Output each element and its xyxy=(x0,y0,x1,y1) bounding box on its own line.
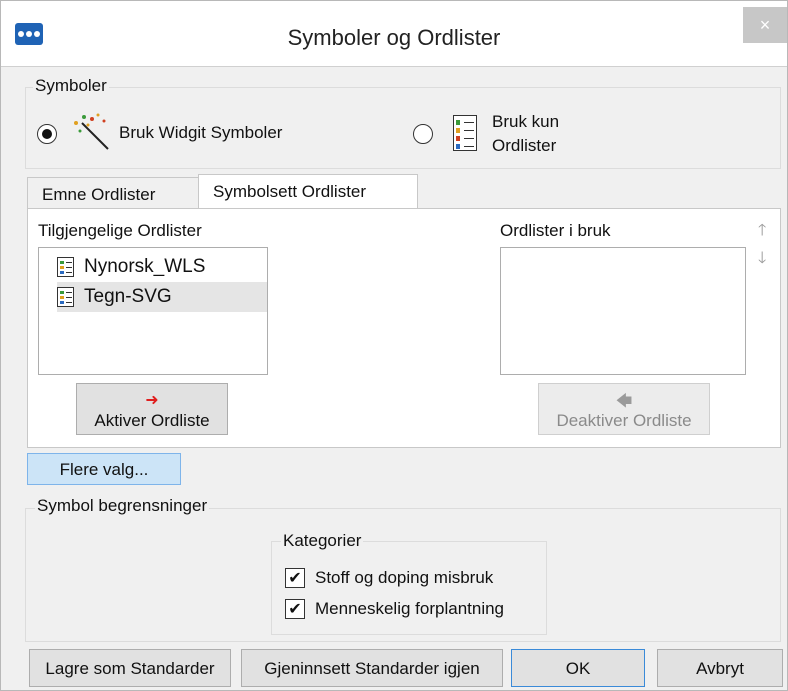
list-icon xyxy=(57,287,74,307)
tab-panel: Tilgjengelige Ordlister Nynorsk_WLS Tegn… xyxy=(27,208,781,448)
radio-widgit-symbols[interactable] xyxy=(37,124,57,144)
lists-in-use-box[interactable] xyxy=(500,247,746,375)
list-item-label: Nynorsk_WLS xyxy=(84,256,206,277)
radio-only-lists[interactable] xyxy=(413,124,433,144)
radio-only-lists-label-line2[interactable]: Ordlister xyxy=(492,136,556,156)
checkbox-reproduction-label[interactable]: Menneskelig forplantning xyxy=(315,599,504,619)
save-default-button[interactable]: Lagre som Standarder xyxy=(29,649,231,687)
list-item-label: Tegn-SVG xyxy=(84,286,172,307)
list-icon xyxy=(57,257,74,277)
categories-label: Kategorier xyxy=(281,531,364,551)
cancel-label: Avbryt xyxy=(696,659,744,678)
restore-default-button[interactable]: Gjeninnsett Standarder igjen xyxy=(241,649,503,687)
arrow-right-icon: ➜ xyxy=(145,392,159,409)
checkbox-reproduction[interactable]: ✔ xyxy=(285,599,305,619)
list-icon xyxy=(453,115,477,151)
available-lists-label: Tilgjengelige Ordlister xyxy=(38,221,202,240)
ok-button[interactable]: OK xyxy=(511,649,645,687)
available-lists-box[interactable]: Nynorsk_WLS Tegn-SVG xyxy=(38,247,268,375)
close-button[interactable]: × xyxy=(743,7,787,43)
tab-symbolset-lists[interactable]: Symbolsett Ordlister xyxy=(198,174,418,209)
restrictions-group-label: Symbol begrensninger xyxy=(35,496,210,516)
categories-group xyxy=(271,541,547,635)
ok-label: OK xyxy=(565,659,591,678)
radio-only-lists-label-line1[interactable]: Bruk kun xyxy=(492,112,559,132)
save-default-label: Lagre som Standarder xyxy=(45,659,215,678)
checkbox-drugs-label[interactable]: Stoff og doping misbruk xyxy=(315,568,493,588)
more-options-button[interactable]: Flere valg... xyxy=(27,453,181,485)
more-options-label: Flere valg... xyxy=(59,460,149,479)
radio-widgit-label[interactable]: Bruk Widgit Symboler xyxy=(119,123,282,143)
activate-list-button[interactable]: ➜ Aktiver Ordliste xyxy=(76,383,228,435)
list-item[interactable]: Nynorsk_WLS xyxy=(57,252,267,282)
checkbox-drugs[interactable]: ✔ xyxy=(285,568,305,588)
symbols-group-label: Symboler xyxy=(33,76,109,96)
cancel-button[interactable]: Avbryt xyxy=(657,649,783,687)
deactivate-list-button[interactable]: 🡄 Deaktiver Ordliste xyxy=(538,383,710,435)
lists-in-use-label: Ordlister i bruk xyxy=(500,221,611,240)
list-item[interactable]: Tegn-SVG xyxy=(57,282,267,312)
magic-wand-icon xyxy=(68,111,114,153)
activate-list-label: Aktiver Ordliste xyxy=(94,411,210,430)
tab-topic-lists[interactable]: Emne Ordlister xyxy=(27,177,199,209)
arrow-down-icon[interactable]: 🡓 xyxy=(758,247,766,274)
arrow-up-icon[interactable]: 🡑 xyxy=(758,219,766,246)
deactivate-list-label: Deaktiver Ordliste xyxy=(556,411,692,430)
window-title: Symboler og Ordlister xyxy=(287,25,501,50)
title-bar: Symboler og Ordlister × xyxy=(1,1,787,67)
dialog-window: Symboler og Ordlister × Symboler Bruk Wi… xyxy=(0,0,788,691)
restore-default-label: Gjeninnsett Standarder igjen xyxy=(264,659,480,678)
